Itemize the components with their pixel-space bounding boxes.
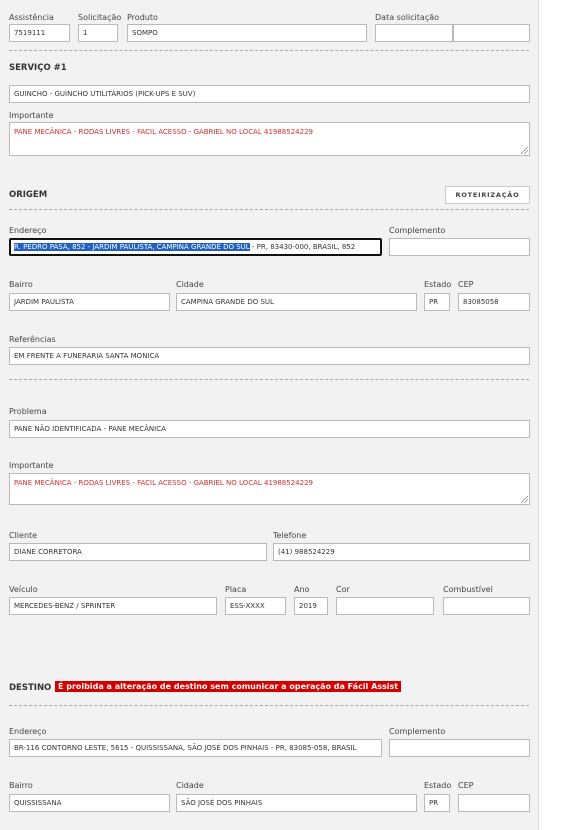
problema-importante-text: PANE MECÂNICA - RODAS LIVRES - FACIL ACE… [14,479,313,487]
ano-input[interactable]: 2019 [294,597,328,615]
origem-complemento-input[interactable] [389,238,530,256]
destino-title: DESTINO [9,683,52,693]
resize-grip-icon[interactable] [521,147,528,154]
cor-label: Cor [336,585,350,594]
divider [9,50,529,51]
veiculo-label: Veículo [9,585,38,594]
solicitacao-label: Solicitação [78,13,122,22]
origem-cidade-label: Cidade [176,280,204,289]
produto-field[interactable]: SOMPO [127,24,367,42]
servico-tipo-field[interactable]: GUINCHO - GUINCHO UTILITÁRIOS (PICK-UPS … [9,85,530,103]
destino-endereco-label: Endereço [9,727,47,736]
destino-bairro-input[interactable]: QUISSISSANA [9,794,170,812]
origem-cep-input[interactable]: 83085058 [458,293,530,311]
destino-warning-badge: É proibida a alteração de destino sem co… [55,681,402,692]
servico-importante-label: Importante [9,111,54,120]
destino-endereco-input[interactable]: BR-116 CONTORNO LESTE, 5615 - QUISSISSAN… [9,739,382,757]
origem-title: ORIGEM [9,190,48,200]
placa-input[interactable]: ESS-XXXX [225,597,286,615]
placa-label: Placa [225,585,247,594]
servico-importante-textarea[interactable]: PANE MECÂNICA - RODAS LIVRES - FACIL ACE… [9,122,530,156]
divider [9,209,529,210]
problema-importante-label: Importante [9,461,54,470]
combustivel-input[interactable] [443,597,530,615]
assistencia-label: Assistência [9,13,54,22]
produto-label: Produto [127,13,158,22]
origem-endereco-label: Endereço [9,226,47,235]
roteirizacao-button[interactable]: ROTEIRIZAÇÃO [445,186,530,204]
origem-referencias-label: Referências [9,335,56,344]
telefone-input[interactable]: (41) 988524229 [273,543,530,561]
origem-cep-label: CEP [458,280,474,289]
problema-input[interactable]: PANE NÃO IDENTIFICADA - PANE MECÂNICA [9,420,530,438]
origem-endereco-rest-text: - PR, 83430-000, BRASIL, 852 [249,243,356,251]
destino-cep-label: CEP [458,781,474,790]
destino-cidade-label: Cidade [176,781,204,790]
problema-importante-textarea[interactable]: PANE MECÂNICA - RODAS LIVRES - FACIL ACE… [9,473,530,505]
telefone-label: Telefone [273,531,307,540]
destino-estado-label: Estado [424,781,452,790]
combustivel-label: Combustível [443,585,493,594]
veiculo-input[interactable]: MERCEDES-BENZ / SPRINTER [9,597,217,615]
servico-title: SERVIÇO #1 [9,63,67,73]
origem-bairro-label: Bairro [9,280,33,289]
origem-estado-input[interactable]: PR [424,293,450,311]
ano-label: Ano [294,585,310,594]
data-solicitacao-date-field[interactable] [375,24,453,42]
service-form-panel: Assistência 7519111 Solicitação 1 Produt… [0,0,539,830]
origem-bairro-input[interactable]: JARDIM PAULISTA [9,293,170,311]
origem-referencias-input[interactable]: EM FRENTE A FUNERARIA SANTA MONICA [9,347,530,365]
data-solicitacao-label: Data solicitação [375,13,440,22]
destino-complemento-label: Complemento [389,727,446,736]
destino-bairro-label: Bairro [9,781,33,790]
cor-input[interactable] [336,597,434,615]
origem-endereco-selected-text: R. PEDRO PASA, 852 - JARDIM PAULISTA, CA… [14,243,250,251]
cliente-input[interactable]: DIANE CORRETORA [9,543,267,561]
destino-cep-input[interactable] [458,794,530,812]
assistencia-field[interactable]: 7519111 [9,24,70,42]
origem-estado-label: Estado [424,280,452,289]
origem-cidade-input[interactable]: CAMPINA GRANDE DO SUL [176,293,417,311]
cliente-label: Cliente [9,531,38,540]
destino-cidade-input[interactable]: SÃO JOSÉ DOS PINHAIS [176,794,417,812]
divider [9,705,529,706]
servico-importante-text: PANE MECÂNICA - RODAS LIVRES - FACIL ACE… [14,128,313,136]
resize-grip-icon[interactable] [521,496,528,503]
destino-complemento-input[interactable] [389,739,530,757]
divider [9,379,529,380]
origem-endereco-input[interactable]: R. PEDRO PASA, 852 - JARDIM PAULISTA, CA… [9,238,382,256]
data-solicitacao-time-field[interactable] [453,24,530,42]
problema-label: Problema [9,407,47,416]
solicitacao-field[interactable]: 1 [78,24,118,42]
destino-estado-input[interactable]: PR [424,794,450,812]
origem-complemento-label: Complemento [389,226,446,235]
